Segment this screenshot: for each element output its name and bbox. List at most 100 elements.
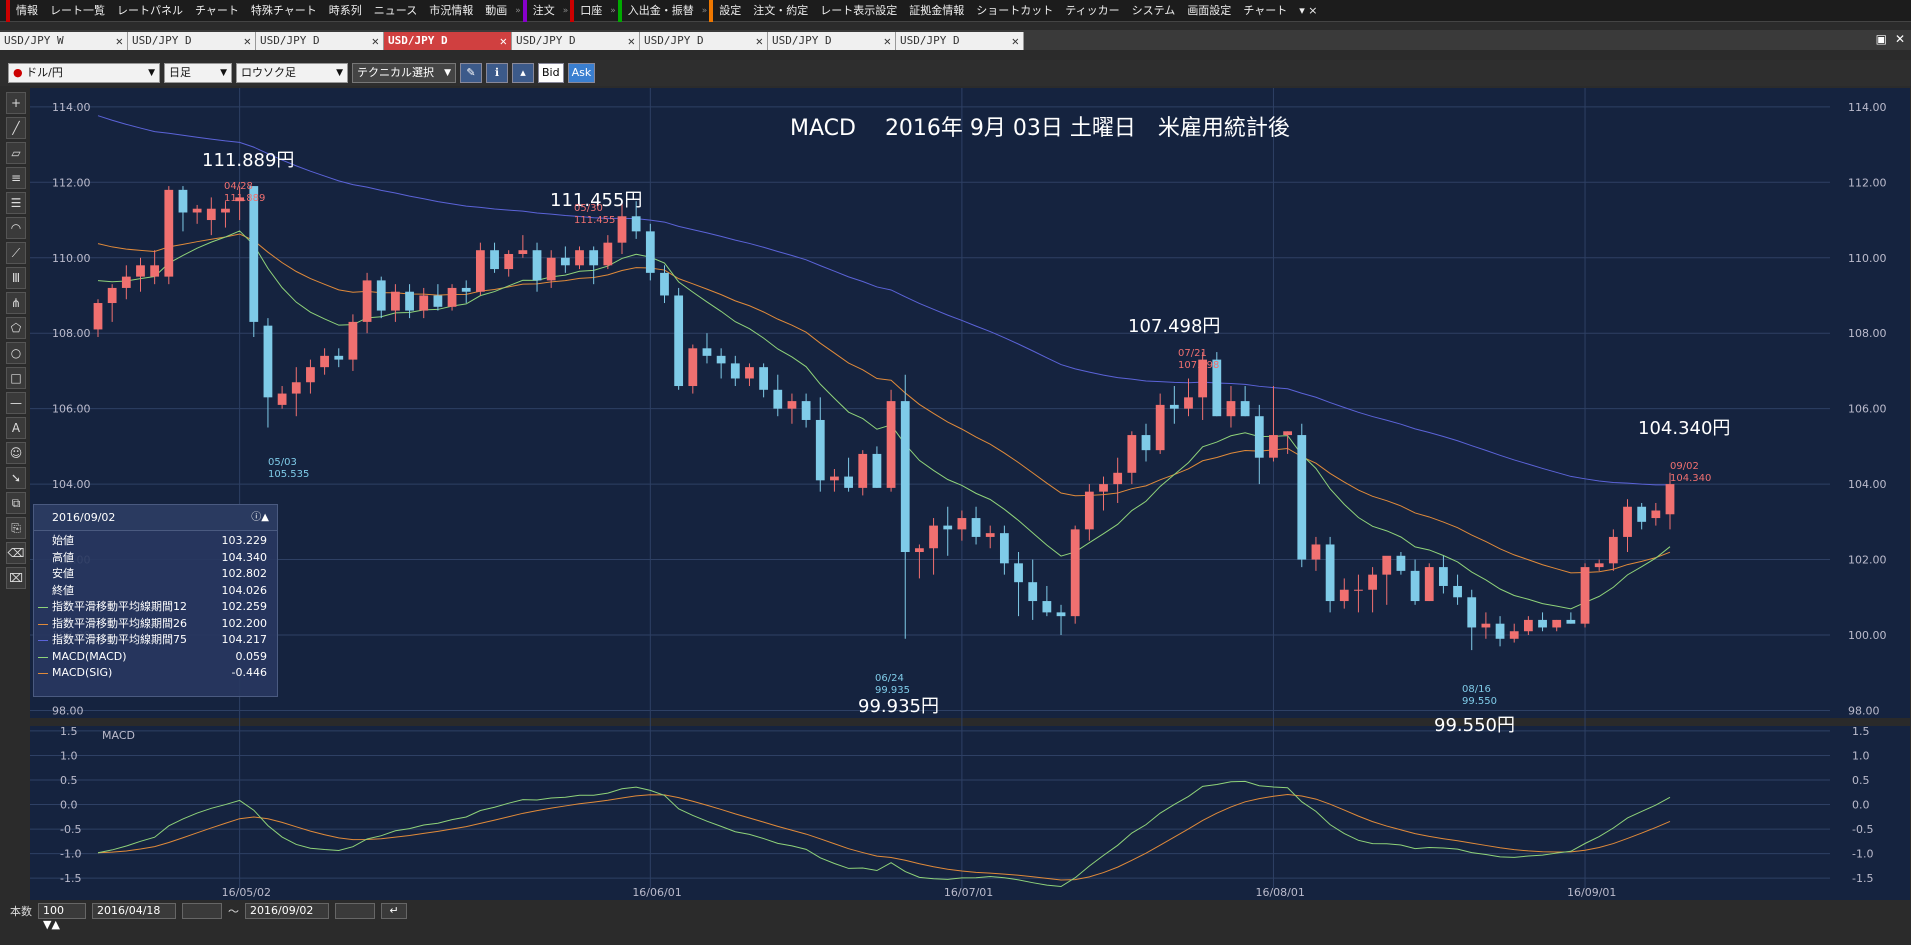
menu-item-11[interactable]: 入出金・振替 bbox=[617, 0, 700, 22]
to-date-field[interactable]: 2016/09/02 bbox=[245, 903, 329, 919]
candle-body bbox=[490, 250, 499, 270]
ohlc-info-panel: 2016/09/02 ⓘ▲ 始値 103.229 高値 104.340 安値 102.80… bbox=[33, 504, 278, 697]
pitchfork-icon[interactable]: ⋔ bbox=[6, 292, 26, 314]
info-date: 2016/09/02 bbox=[52, 511, 116, 524]
chart-tab-4[interactable]: USD/JPY D ✕ bbox=[512, 32, 640, 50]
candle-body bbox=[1453, 585, 1462, 598]
x-tick: 16/05/02 bbox=[222, 886, 271, 899]
chart-tab-5[interactable]: USD/JPY D ✕ bbox=[640, 32, 768, 50]
line-icon[interactable]: ╱ bbox=[6, 117, 26, 139]
rectangle-icon[interactable]: □ bbox=[6, 367, 26, 389]
macd-tick-right: 0.0 bbox=[1852, 799, 1870, 812]
horizontal-lines-icon[interactable]: ≡ bbox=[6, 167, 26, 189]
text-icon[interactable]: A bbox=[6, 417, 26, 439]
close-icon[interactable]: ✕ bbox=[1895, 32, 1905, 46]
chart-tab-6[interactable]: USD/JPY D ✕ bbox=[768, 32, 896, 50]
chart-style-select[interactable]: ロウソク足 ▼ bbox=[236, 63, 348, 83]
menu-item-3[interactable]: チャート bbox=[189, 0, 245, 22]
paste-icon[interactable]: ⎘ bbox=[6, 517, 26, 539]
crosshair-icon[interactable]: + bbox=[6, 92, 26, 114]
menu-item-13[interactable]: 注文・約定 bbox=[747, 0, 814, 22]
menu-more-icon[interactable]: ▾ × bbox=[1293, 0, 1323, 22]
price-tick-right: 104.00 bbox=[1848, 478, 1887, 491]
area-chart-icon[interactable]: ▴ bbox=[512, 63, 534, 83]
pentagon-icon[interactable]: ⬠ bbox=[6, 317, 26, 339]
ask-button[interactable]: Ask bbox=[567, 63, 596, 83]
technical-select[interactable]: テクニカル選択 ▼ bbox=[352, 63, 456, 83]
menu-item-18[interactable]: システム bbox=[1126, 0, 1182, 22]
arc-icon[interactable]: ◠ bbox=[6, 217, 26, 239]
tab-close-icon[interactable]: ✕ bbox=[500, 32, 507, 50]
panel-toggle-icon[interactable]: ⓘ▲ bbox=[251, 505, 269, 531]
annotation-value: 99.935 bbox=[875, 685, 910, 696]
menu-item-4[interactable]: 特殊チャート bbox=[245, 0, 323, 22]
from-date-field[interactable]: 2016/04/18 bbox=[92, 903, 176, 919]
copy-icon[interactable]: ⧉ bbox=[6, 492, 26, 514]
currency-pair-select[interactable]: ● ドル/円 ▼ bbox=[8, 63, 160, 83]
line-swatch bbox=[38, 656, 48, 658]
menu-item-1[interactable]: レート一覧 bbox=[44, 0, 111, 22]
menu-item-20[interactable]: チャート bbox=[1237, 0, 1293, 22]
info-label: 指数平滑移動平均線期間75 bbox=[52, 633, 187, 646]
chart-tab-2[interactable]: USD/JPY D ✕ bbox=[256, 32, 384, 50]
chart-toolbar: ● ドル/円 ▼ 日足 ▼ ロウソク足 ▼ テクニカル選択 ▼ ✎ ℹ ▴ Bid As… bbox=[0, 60, 1911, 86]
menu-item-9[interactable]: 注文 bbox=[522, 0, 561, 22]
eraser-all-icon[interactable]: ⌧ bbox=[6, 567, 26, 589]
restore-icon[interactable]: ▣ bbox=[1876, 32, 1887, 46]
menu-item-16[interactable]: ショートカット bbox=[970, 0, 1059, 22]
fibonacci-icon[interactable]: ☰ bbox=[6, 192, 26, 214]
menu-item-15[interactable]: 証拠金情報 bbox=[903, 0, 970, 22]
tab-close-icon[interactable]: ✕ bbox=[244, 32, 251, 50]
menu-item-6[interactable]: ニュース bbox=[368, 0, 423, 22]
circle-icon[interactable]: ○ bbox=[6, 342, 26, 364]
menu-item-7[interactable]: 市況情報 bbox=[423, 0, 479, 22]
candle-body bbox=[943, 525, 953, 530]
candle-body bbox=[1297, 435, 1307, 560]
menu-item-0[interactable]: 情報 bbox=[6, 0, 44, 22]
chart-tab-bar: USD/JPY W ✕ USD/JPY D ✕ USD/JPY D ✕ USD/JPY D ✕… bbox=[0, 30, 1911, 50]
menu-item-5[interactable]: 時系列 bbox=[323, 0, 368, 22]
chart-tab-0[interactable]: USD/JPY W ✕ bbox=[0, 32, 128, 50]
menu-item-10[interactable]: 口座 bbox=[570, 0, 608, 22]
menu-item-14[interactable]: レート表示設定 bbox=[814, 0, 903, 22]
tab-close-icon[interactable]: ✕ bbox=[1012, 32, 1019, 50]
to-time-field[interactable] bbox=[335, 903, 375, 919]
info-icon[interactable]: ℹ bbox=[486, 63, 508, 83]
info-label: 指数平滑移動平均線期間26 bbox=[52, 616, 187, 630]
hline-icon[interactable]: — bbox=[6, 392, 26, 414]
menu-item-17[interactable]: ティッカー bbox=[1059, 0, 1125, 22]
count-select[interactable]: 100 ▼▲ bbox=[38, 903, 86, 931]
candle-body bbox=[1651, 510, 1661, 519]
stamp-icon[interactable]: ☺ bbox=[6, 442, 26, 464]
apply-icon[interactable]: ↵ bbox=[381, 903, 407, 919]
candle-body bbox=[164, 189, 174, 277]
macd-tick-left: -1.5 bbox=[60, 872, 81, 885]
menu-item-12[interactable]: 設定 bbox=[709, 0, 747, 22]
tab-close-icon[interactable]: ✕ bbox=[756, 32, 763, 50]
pen-icon[interactable]: ✎ bbox=[460, 63, 482, 83]
menu-item-19[interactable]: 画面設定 bbox=[1181, 0, 1237, 22]
tab-close-icon[interactable]: ✕ bbox=[116, 32, 123, 50]
tab-close-icon[interactable]: ✕ bbox=[372, 32, 379, 50]
tab-close-icon[interactable]: ✕ bbox=[884, 32, 891, 50]
cursor-icon[interactable]: ➘ bbox=[6, 467, 26, 489]
ruler-icon[interactable]: ▱ bbox=[6, 142, 26, 164]
eraser-icon[interactable]: ⌫ bbox=[6, 542, 26, 564]
bid-button[interactable]: Bid bbox=[538, 63, 564, 83]
from-time-field[interactable] bbox=[182, 903, 222, 919]
vertical-lines-icon[interactable]: Ⅲ bbox=[6, 267, 26, 289]
candle-body bbox=[1014, 563, 1023, 583]
info-label: 始値 bbox=[52, 534, 74, 547]
tab-close-icon[interactable]: ✕ bbox=[628, 32, 635, 50]
chart-tab-3[interactable]: USD/JPY D ✕ bbox=[384, 32, 512, 50]
menu-item-2[interactable]: レートパネル bbox=[111, 0, 189, 22]
fan-icon[interactable]: ⟋ bbox=[6, 242, 26, 264]
period-select[interactable]: 日足 ▼ bbox=[164, 63, 232, 83]
chart-tab-7[interactable]: USD/JPY D ✕ bbox=[896, 32, 1024, 50]
candle-body bbox=[391, 291, 400, 311]
candle-body bbox=[277, 393, 287, 405]
macd-tick-left: 0.0 bbox=[60, 799, 78, 812]
menu-item-8[interactable]: 動画 bbox=[479, 0, 513, 22]
chart-area[interactable]: 114.00 114.00 112.00 112.00 110.00 110.00 108.… bbox=[30, 88, 1910, 900]
chart-tab-1[interactable]: USD/JPY D ✕ bbox=[128, 32, 256, 50]
